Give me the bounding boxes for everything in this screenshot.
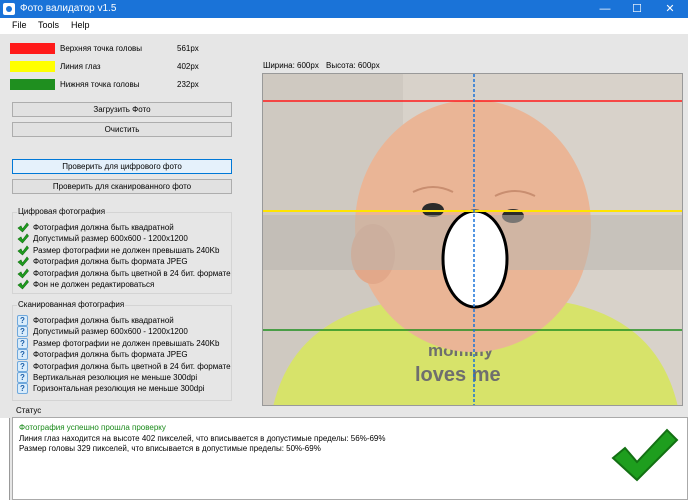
scanned-requirement-item: ? Фотография должна быть цветной в 24 бит… [17,360,231,372]
digital-requirement-item: Размер фотографии не должен превышать 24… [17,245,231,256]
clear-button[interactable]: Очистить [12,122,232,137]
requirement-text: Фотография должна быть формата JPEG [33,257,188,267]
color-swatch-yellow [10,61,55,72]
background-window-edge [0,418,10,500]
scanned-requirement-item: ? Допустимый размер 600x600 - 1200x1200 [17,326,231,338]
legend-value: 402px [177,62,199,71]
digital-requirement-item: Фотография должна быть формата JPEG [17,256,231,267]
requirement-text: Размер фотографии не должен превышать 24… [33,245,220,255]
photo-canvas: mommy loves me [263,74,682,405]
image-width-label: Ширина: 600px [263,61,319,70]
digital-requirement-item: Фотография должна быть квадратной [17,222,231,233]
checkmark-icon [17,256,29,267]
scanned-requirement-item: ? Фотография должна быть квадратной [17,315,231,326]
status-head-size-text: Размер головы 329 пикселей, что вписывае… [19,444,321,453]
requirement-text: Вертикальная резолюция не меньше 300dpi [33,373,198,382]
window-title: Фото валидатор v1.5 [20,3,117,14]
legend-value: 561px [177,44,199,53]
question-icon: ? [17,372,28,383]
scanned-requirement-item: ? Горизонтальная резолюция не меньше 300d… [17,383,231,395]
shirt-text-line2: loves me [415,364,501,386]
group-title: Сканированная фотография [17,300,126,309]
legend-label: Нижняя точка головы [60,80,140,89]
requirement-text: Фон не должен редактироваться [33,280,155,289]
status-success-text: Фотография успешно прошла проверку [19,423,166,432]
load-photo-button[interactable]: Загрузить Фото [12,102,232,117]
checkmark-icon [17,233,29,244]
close-button[interactable]: ✕ [655,0,685,18]
checkmark-icon [17,268,29,279]
requirement-text: Фотография должна быть формата JPEG [33,350,188,360]
requirement-text: Допустимый размер 600x600 - 1200x1200 [33,327,188,337]
legend-value: 232px [177,80,199,89]
status-panel: Фотография успешно прошла проверку Линия… [12,417,688,500]
requirement-text: Фотография должна быть квадратной [33,316,174,325]
menu-help[interactable]: Help [71,20,90,30]
menu-file[interactable]: File [12,20,27,30]
status-label: Статус [16,406,42,415]
requirement-text: Горизонтальная резолюция не меньше 300dp… [33,384,205,394]
digital-requirement-item: Фотография должна быть цветной в 24 бит.… [17,268,231,279]
question-icon: ? [17,349,28,361]
checkmark-icon [17,222,29,233]
scanned-requirement-item: ? Фотография должна быть формата JPEG [17,349,231,361]
question-icon: ? [17,383,28,395]
requirement-text: Допустимый размер 600x600 - 1200x1200 [33,234,188,244]
scanned-photo-group: Сканированная фотография ? Фотография дол… [12,300,232,401]
color-swatch-red [10,43,55,54]
digital-requirement-item: Фон не должен редактироваться [17,279,231,290]
requirement-text: Фотография должна быть квадратной [33,223,174,232]
question-icon: ? [17,326,28,338]
maximize-button[interactable]: ☐ [622,0,652,18]
requirement-text: Фотография должна быть цветной в 24 бит.… [33,361,231,371]
legend-label: Верхняя точка головы [60,44,143,53]
check-scanned-button[interactable]: Проверить для сканированного фото [12,179,232,194]
question-icon: ? [17,315,28,326]
color-swatch-green [10,79,55,90]
checkmark-icon [17,279,29,290]
minimize-button[interactable]: — [590,0,620,18]
photo-preview[interactable]: mommy loves me [262,73,683,406]
digital-photo-group: Цифровая фотография Фотография должна бы… [12,207,232,294]
question-icon: ? [17,360,28,372]
menu-tools[interactable]: Tools [38,20,59,30]
group-title: Цифровая фотография [17,207,107,216]
requirement-text: Фотография должна быть цветной в 24 бит.… [33,268,231,278]
success-check-icon [611,428,679,482]
face-oval-template [441,209,509,309]
requirement-text: Размер фотографии не должен превышать 24… [33,338,220,348]
menu-bar: File Tools Help [0,18,688,34]
question-icon: ? [17,337,28,349]
scanned-requirement-item: ? Вертикальная резолюция не меньше 300dpi [17,372,231,383]
app-icon [3,3,15,15]
check-digital-button[interactable]: Проверить для цифрового фото [12,159,232,174]
status-eye-line-text: Линия глаз находится на высоте 402 пиксе… [19,434,386,443]
digital-requirement-item: Допустимый размер 600x600 - 1200x1200 [17,233,231,244]
checkmark-icon [17,245,29,256]
title-bar: Фото валидатор v1.5 — ☐ ✕ [0,0,688,18]
image-height-label: Высота: 600px [326,61,380,70]
scanned-requirement-item: ? Размер фотографии не должен превышать 2… [17,337,231,349]
legend-label: Линия глаз [60,62,101,71]
